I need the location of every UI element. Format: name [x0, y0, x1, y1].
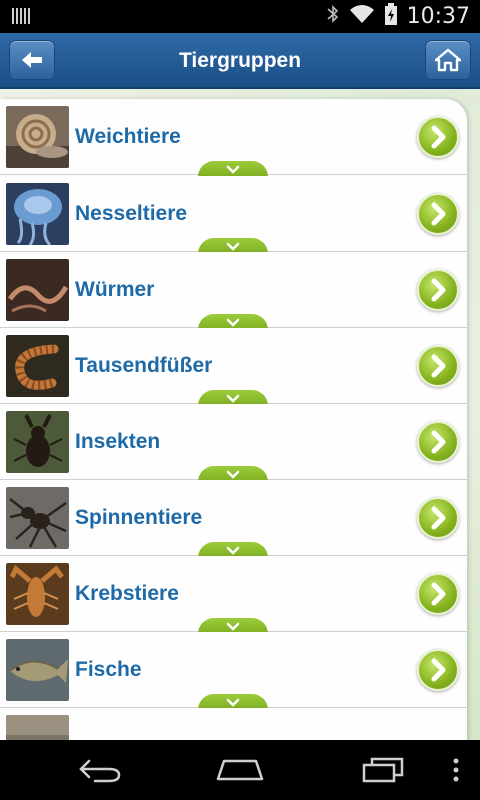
- battery-icon: [384, 3, 397, 30]
- worm-thumbnail: [6, 259, 69, 321]
- chevron-right-button[interactable]: [417, 116, 459, 158]
- back-nav-icon[interactable]: [70, 752, 130, 788]
- app-content: Tiergruppen Weichtiere Nesseltiere Würme…: [0, 33, 480, 740]
- chevron-right-icon: [431, 658, 446, 682]
- chevron-right-icon: [431, 125, 446, 149]
- list-item[interactable]: Nesseltiere: [0, 176, 467, 254]
- snail-thumbnail: [6, 106, 69, 168]
- list-item[interactable]: Spinnentiere: [0, 480, 467, 558]
- home-nav-icon[interactable]: [210, 752, 270, 788]
- clock: 10:37: [406, 4, 470, 29]
- status-bar: 10:37: [0, 0, 480, 33]
- list-item-label: Tausendfüßer: [75, 354, 213, 377]
- chevron-right-icon: [431, 354, 446, 378]
- spider-thumbnail: [6, 487, 69, 549]
- chevron-right-button[interactable]: [417, 497, 459, 539]
- list-item[interactable]: [0, 708, 467, 740]
- chevron-right-icon: [431, 202, 446, 226]
- list-item[interactable]: Fische: [0, 632, 467, 710]
- wifi-icon: [349, 4, 375, 29]
- chevron-right-icon: [431, 278, 446, 302]
- crayfish-thumbnail: [6, 563, 69, 625]
- recent-apps-icon[interactable]: [352, 752, 412, 788]
- chevron-right-button[interactable]: [417, 269, 459, 311]
- bluetooth-icon: [327, 4, 339, 29]
- millipede-thumbnail: [6, 335, 69, 397]
- list-item-label: Fische: [75, 658, 142, 681]
- chevron-down-icon: [226, 165, 240, 174]
- sim-card-icon: [12, 8, 30, 26]
- fish-thumbnail: [6, 639, 69, 701]
- list-item-label: Würmer: [75, 278, 155, 301]
- list-item[interactable]: Würmer: [0, 252, 467, 330]
- chevron-right-button[interactable]: [417, 193, 459, 235]
- chevron-right-button[interactable]: [417, 649, 459, 691]
- list-item-label: Weichtiere: [75, 125, 181, 148]
- chevron-right-button[interactable]: [417, 345, 459, 387]
- list-item-label: Spinnentiere: [75, 506, 203, 529]
- list-item-label: Nesseltiere: [75, 202, 188, 225]
- chevron-right-button[interactable]: [417, 573, 459, 615]
- list-item-label: Insekten: [75, 430, 161, 453]
- list-item[interactable]: Tausendfüßer: [0, 328, 467, 406]
- list-item[interactable]: Krebstiere: [0, 556, 467, 634]
- list-item-label: Krebstiere: [75, 582, 179, 605]
- animal-group-list: Weichtiere Nesseltiere Würmer Tausendfüß…: [0, 99, 467, 740]
- list-item[interactable]: Weichtiere: [0, 99, 467, 177]
- jellyfish-thumbnail: [6, 183, 69, 245]
- system-nav-bar: [0, 740, 480, 800]
- home-icon: [435, 48, 461, 72]
- chevron-right-icon: [431, 430, 446, 454]
- action-bar: Tiergruppen: [0, 33, 480, 89]
- stag-beetle-thumbnail: [6, 411, 69, 473]
- chevron-right-button[interactable]: [417, 421, 459, 463]
- partial-thumbnail: [6, 715, 69, 740]
- chevron-right-icon: [431, 582, 446, 606]
- menu-overflow-icon[interactable]: [446, 752, 466, 788]
- chevron-right-icon: [431, 506, 446, 530]
- list-item[interactable]: Insekten: [0, 404, 467, 482]
- expand-tab[interactable]: [198, 161, 268, 177]
- home-button[interactable]: [425, 40, 471, 80]
- page-title: Tiergruppen: [178, 49, 302, 72]
